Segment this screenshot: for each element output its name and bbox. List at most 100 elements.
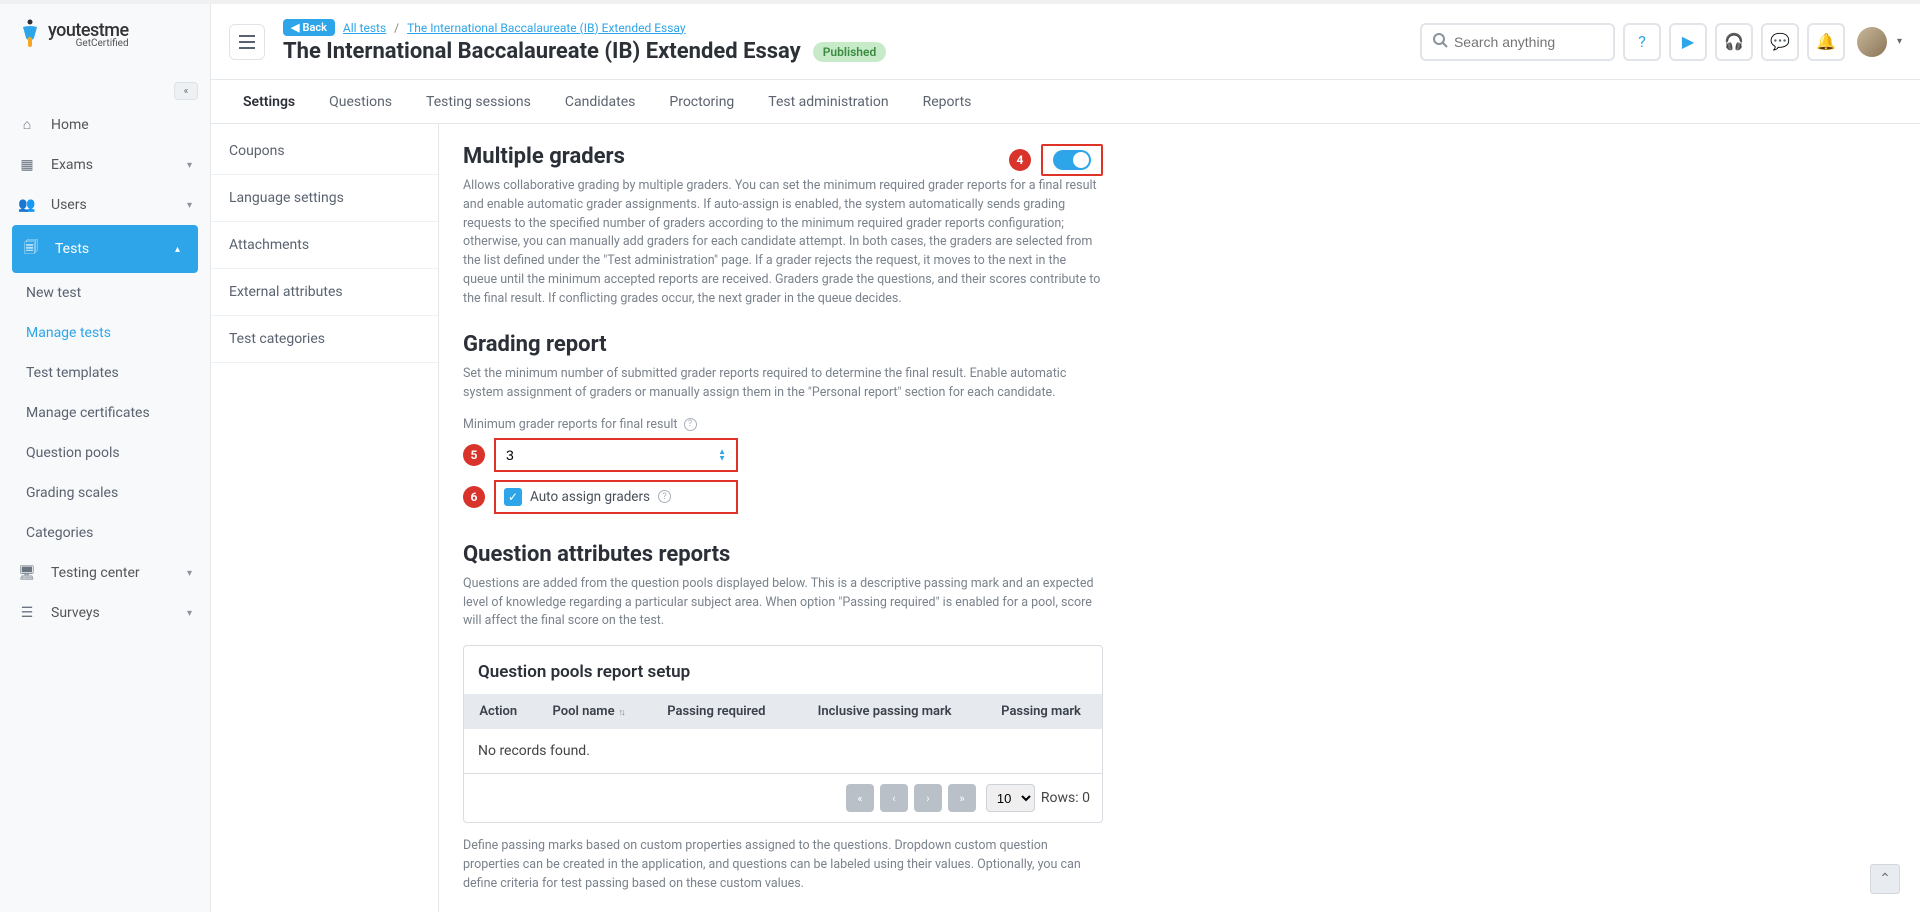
pager-rows-info: Rows: 0 [1041,790,1090,806]
annotation-badge-5: 5 [463,444,485,466]
nav-question-pools[interactable]: Question pools [0,433,210,473]
tests-icon: 🗐 [22,237,40,261]
help-icon: ? [1638,32,1646,51]
nav-new-test[interactable]: New test [0,273,210,313]
user-avatar[interactable] [1857,27,1887,57]
multiple-graders-toggle[interactable] [1053,150,1091,170]
question-attrs-desc: Questions are added from the question po… [463,575,1103,631]
tab-test-administration[interactable]: Test administration [768,94,888,110]
sort-icon[interactable]: ↑↓ [619,708,624,718]
nav-exams[interactable]: ▦ Exams ▾ [0,145,210,185]
surveys-icon: ☰ [18,605,36,621]
sidebar-collapse-button[interactable]: « [174,82,198,100]
col-inclusive-passing-mark[interactable]: Inclusive passing mark [789,694,980,729]
pager-next-button[interactable]: › [914,784,942,812]
notifications-button[interactable]: 🔔 [1807,23,1845,61]
nav-users-label: Users [51,197,87,213]
multiple-graders-title: Multiple graders [463,144,625,169]
question-pools-report-box: Question pools report setup Action Pool … [463,645,1103,823]
pager-prev-button[interactable]: ‹ [880,784,908,812]
breadcrumb: ◀ Back All tests / The International Bac… [283,19,886,36]
annotation-badge-6: 6 [463,486,485,508]
auto-assign-graders-checkbox[interactable]: ✓ [504,488,522,506]
chevron-down-icon: ▾ [187,608,192,619]
nav-home[interactable]: ⌂ Home [0,104,210,145]
tab-candidates[interactable]: Candidates [565,94,636,110]
chevron-down-icon[interactable]: ▾ [1897,36,1902,47]
play-button[interactable]: ▶ [1669,23,1707,61]
info-icon[interactable]: ? [658,490,671,503]
scroll-to-top-button[interactable]: ⌃ [1870,864,1900,894]
sub-nav-attachments[interactable]: Attachments [211,222,438,269]
tab-questions[interactable]: Questions [329,94,392,110]
col-passing-required[interactable]: Passing required [644,694,790,729]
nav-testing-center[interactable]: 🖥 Testing center ▾ [0,553,210,593]
main-sidebar: youtestme GetCertified « ⌂ Home ▦ Exams … [0,4,211,912]
col-pool-name[interactable]: Pool name↑↓ [533,694,644,729]
number-stepper[interactable]: ▲ ▲ [718,448,726,462]
menu-toggle-button[interactable] [229,24,265,60]
nav-tests[interactable]: 🗐 Tests ▴ [12,225,198,273]
tab-reports[interactable]: Reports [923,94,972,110]
testing-center-icon: 🖥 [18,565,36,581]
double-chevron-up-icon: ⌃ [1879,871,1891,887]
nav-grading-scales[interactable]: Grading scales [0,473,210,513]
nav-manage-tests[interactable]: Manage tests [0,313,210,353]
tab-testing-sessions[interactable]: Testing sessions [426,94,531,110]
sub-nav-language-settings[interactable]: Language settings [211,175,438,222]
nav-surveys[interactable]: ☰ Surveys ▾ [0,593,210,633]
settings-panel: Multiple graders 4 Allows collaborative … [439,124,1127,912]
brand-logo: youtestme GetCertified [0,4,210,59]
multiple-graders-desc: Allows collaborative grading by multiple… [463,177,1103,308]
search-input[interactable] [1454,34,1594,50]
chevron-down-icon: ▾ [187,160,192,171]
search-box[interactable] [1420,23,1615,61]
settings-sidebar: Coupons Language settings Attachments Ex… [211,124,439,912]
min-grader-reports-input[interactable] [506,447,718,463]
annotation-badge-4: 4 [1009,149,1031,171]
auto-assign-graders-label: Auto assign graders [530,489,650,505]
sub-nav-coupons[interactable]: Coupons [211,128,438,175]
nav-surveys-label: Surveys [51,605,100,621]
bell-icon: 🔔 [1816,32,1836,51]
pager-last-button[interactable]: » [948,784,976,812]
nav-test-templates[interactable]: Test templates [0,353,210,393]
question-pools-report-title: Question pools report setup [478,662,1088,682]
chevron-down-icon: ▾ [187,200,192,211]
nav-tests-label: Tests [55,241,89,257]
grading-report-desc: Set the minimum number of submitted grad… [463,365,1103,403]
table-pager: « ‹ › » 10 Rows: 0 [464,773,1102,822]
sub-nav-test-categories[interactable]: Test categories [211,316,438,363]
chat-icon: 💬 [1770,32,1790,51]
min-grader-reports-label: Minimum grader reports for final result … [463,417,1103,432]
back-button[interactable]: ◀ Back [283,19,335,36]
col-action[interactable]: Action [464,694,533,729]
sub-nav-external-attributes[interactable]: External attributes [211,269,438,316]
nav-categories[interactable]: Categories [0,513,210,553]
logo-icon [20,19,40,49]
breadcrumb-current[interactable]: The International Baccalaureate (IB) Ext… [407,21,685,35]
exams-icon: ▦ [18,157,36,173]
nav-users[interactable]: 👥 Users ▾ [0,185,210,225]
top-header: ◀ Back All tests / The International Bac… [211,4,1920,80]
play-icon: ▶ [1682,32,1694,51]
grading-report-title: Grading report [463,332,1103,357]
pager-page-size-select[interactable]: 10 [986,784,1035,812]
tab-proctoring[interactable]: Proctoring [669,94,734,110]
pager-first-button[interactable]: « [846,784,874,812]
tab-settings[interactable]: Settings [243,94,295,110]
back-button-label: Back [302,21,326,34]
help-button[interactable]: ? [1623,23,1661,61]
annotation-highlight-4 [1041,144,1103,176]
decrement-icon[interactable]: ▲ [718,455,726,462]
col-passing-mark[interactable]: Passing mark [980,694,1102,729]
support-button[interactable]: 🎧 [1715,23,1753,61]
status-badge: Published [813,42,886,62]
messages-button[interactable]: 💬 [1761,23,1799,61]
info-icon[interactable]: ? [684,418,697,431]
breadcrumb-all-tests[interactable]: All tests [343,21,386,35]
chevron-down-icon: ▾ [187,568,192,579]
min-grader-reports-input-wrapper: ▲ ▲ [494,438,738,472]
nav-manage-certificates[interactable]: Manage certificates [0,393,210,433]
no-records-message: No records found. [464,729,1102,773]
